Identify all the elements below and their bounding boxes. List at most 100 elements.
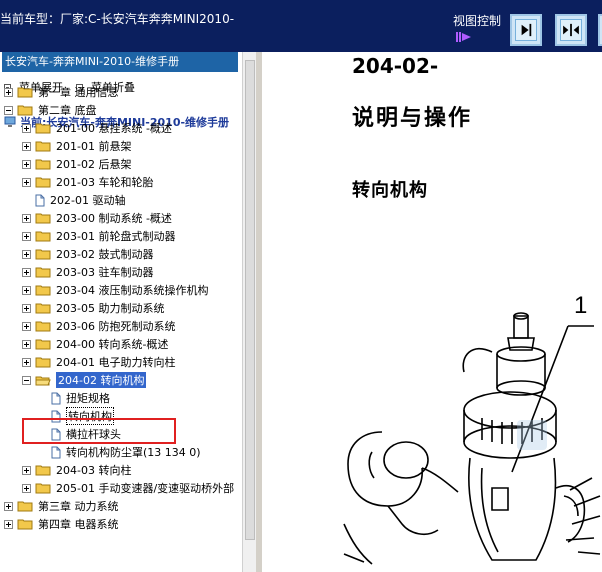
expand-node-icon[interactable] <box>22 123 31 133</box>
tree-node[interactable]: 203-02 鼓式制动器 <box>22 245 153 263</box>
tree-node-label: 204-01 电子助力转向柱 <box>56 356 176 369</box>
collapse-node-icon[interactable] <box>22 375 31 385</box>
folder-icon <box>35 231 51 242</box>
expand-node-icon[interactable] <box>22 159 31 169</box>
expand-node-icon[interactable] <box>22 339 31 349</box>
tree-node[interactable]: 204-03 转向柱 <box>22 461 131 479</box>
folder-icon <box>35 465 51 476</box>
current-car-model: 当前车型：厂家:C-长安汽车奔奔MINI2010- <box>0 12 235 26</box>
tree-node-label: 204-03 转向柱 <box>56 464 132 477</box>
tree-node-label: 第四章 电器系统 <box>38 518 119 531</box>
tree-node[interactable]: 201-03 车轮和轮胎 <box>22 173 153 191</box>
tree-node-label: 204-00 转向系统-概述 <box>56 338 169 351</box>
document-pane: 204-02- 说明与操作 转向机构 1 <box>262 52 602 572</box>
tree-node[interactable]: 203-05 助力制动系统 <box>22 299 164 317</box>
more-view-button[interactable] <box>598 14 602 46</box>
tree-node-label: 203-05 助力制动系统 <box>56 302 165 315</box>
folder-icon <box>17 87 33 98</box>
folder-icon <box>35 339 51 350</box>
tree-node-label: 201-01 前悬架 <box>56 140 132 153</box>
tree-node-label: 203-02 鼓式制动器 <box>56 248 154 261</box>
tree-node-label: 202-01 驱动轴 <box>50 194 126 207</box>
tree-node-label: 第一章 通用信息 <box>38 86 119 99</box>
tree-node[interactable]: 第二章 底盘 <box>4 101 97 119</box>
tree-node[interactable]: 203-03 驻车制动器 <box>22 263 153 281</box>
folder-icon <box>35 303 51 314</box>
tree-node[interactable]: 204-01 电子助力转向柱 <box>22 353 175 371</box>
tree-node[interactable]: 204-00 转向系统-概述 <box>22 335 168 353</box>
tree-node-label: 第二章 底盘 <box>38 104 97 117</box>
view-pointer-icon <box>456 32 471 42</box>
watermark-mark <box>517 420 547 450</box>
folder-icon <box>17 519 33 530</box>
expand-node-icon[interactable] <box>22 285 31 295</box>
tree-node[interactable]: 205-01 手动变速器/变速驱动桥外部 <box>22 479 234 497</box>
tree-node[interactable]: 203-04 液压制动系统操作机构 <box>22 281 208 299</box>
arrows-inward-icon <box>560 19 582 41</box>
tree-node[interactable]: 203-00 制动系统 -概述 <box>22 209 172 227</box>
expand-node-icon[interactable] <box>22 213 31 223</box>
tree-node[interactable]: 第四章 电器系统 <box>4 515 119 533</box>
expand-node-icon[interactable] <box>22 303 31 313</box>
folder-icon <box>35 123 51 134</box>
tree-node-label: 201-00 悬挂系统 -概述 <box>56 122 172 135</box>
section-subheading: 转向机构 <box>352 180 428 201</box>
tree-node[interactable]: 201-01 前悬架 <box>22 137 131 155</box>
folder-icon <box>17 501 33 512</box>
tree-node-label: 205-01 手动变速器/变速驱动桥外部 <box>56 482 235 495</box>
document-icon <box>51 446 61 458</box>
expand-node-icon[interactable] <box>4 87 13 97</box>
next-page-button[interactable] <box>510 14 542 46</box>
expand-node-icon[interactable] <box>22 141 31 151</box>
folder-icon <box>35 321 51 332</box>
expand-node-icon[interactable] <box>22 321 31 331</box>
document-icon <box>51 392 61 404</box>
tree-node[interactable]: 203-01 前轮盘式制动器 <box>22 227 175 245</box>
expand-node-icon[interactable] <box>22 249 31 259</box>
tree-node[interactable]: 第三章 动力系统 <box>4 497 119 515</box>
tree-node-label: 203-00 制动系统 -概述 <box>56 212 172 225</box>
folder-icon <box>35 141 51 152</box>
tree-node[interactable]: 转向机构防尘罩(13 134 0) <box>38 443 201 461</box>
callout-number: 1 <box>574 292 588 319</box>
tree-node[interactable]: 202-01 驱动轴 <box>22 191 125 209</box>
expand-node-icon[interactable] <box>22 465 31 475</box>
folder-icon <box>35 483 51 494</box>
folder-icon <box>35 357 51 368</box>
expand-node-icon[interactable] <box>22 231 31 241</box>
manual-title: 长安汽车-奔奔MINI-2010-维修手册 <box>2 52 238 72</box>
folder-icon <box>35 213 51 224</box>
collapse-node-icon[interactable] <box>4 105 13 115</box>
tree-node[interactable]: 扭矩规格 <box>38 389 110 407</box>
folder-icon <box>17 105 33 116</box>
expand-node-icon[interactable] <box>22 177 31 187</box>
tree-node-label: 第三章 动力系统 <box>38 500 119 513</box>
manual-tree-panel: 长安汽车-奔奔MINI-2010-维修手册 菜单展开 菜单折叠 当前:长安汽车-… <box>0 52 242 572</box>
tree-scrollbar-thumb[interactable] <box>245 60 255 540</box>
folder-icon <box>35 177 51 188</box>
top-header-bar: 当前车型：厂家:C-长安汽车奔奔MINI2010- 视图控制 <box>0 0 602 52</box>
expand-node-icon[interactable] <box>22 267 31 277</box>
selection-annotation-box <box>22 418 176 444</box>
tree-node-label: 203-06 防抱死制动系统 <box>56 320 176 333</box>
split-view-button[interactable] <box>555 14 587 46</box>
tree-node[interactable]: 203-06 防抱死制动系统 <box>22 317 175 335</box>
tree-node[interactable]: 第一章 通用信息 <box>4 83 119 101</box>
arrow-to-line-right-icon <box>515 19 537 41</box>
folder-open-icon <box>35 376 51 386</box>
document-icon <box>35 194 45 206</box>
section-code: 204-02- <box>352 54 439 78</box>
tree-node[interactable]: 204-02 转向机构 <box>22 371 147 389</box>
folder-icon <box>35 159 51 170</box>
tree-scrollbar[interactable] <box>242 52 256 572</box>
tree-node-label: 203-03 驻车制动器 <box>56 266 154 279</box>
expand-node-icon[interactable] <box>22 483 31 493</box>
expand-node-icon[interactable] <box>4 519 13 529</box>
expand-node-icon[interactable] <box>22 357 31 367</box>
steering-gear-illustration <box>343 312 601 565</box>
expand-node-icon[interactable] <box>4 501 13 511</box>
tree-node[interactable]: 201-02 后悬架 <box>22 155 131 173</box>
tree-node-label: 204-02 转向机构 <box>56 372 147 388</box>
tree-node[interactable]: 201-00 悬挂系统 -概述 <box>22 119 172 137</box>
folder-icon <box>35 249 51 260</box>
